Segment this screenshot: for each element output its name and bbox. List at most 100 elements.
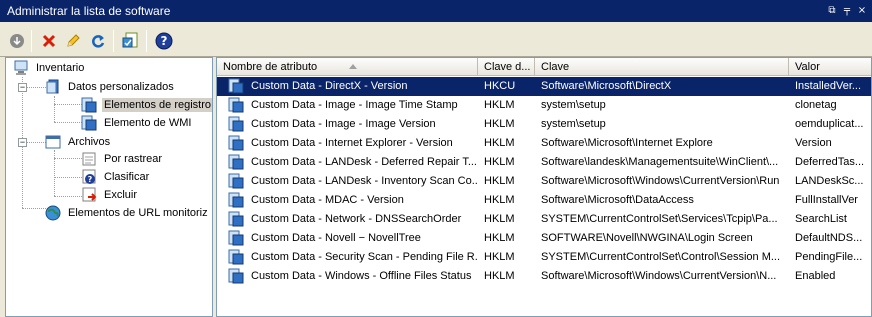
svg-text:?: ? bbox=[161, 34, 168, 48]
registry-item-icon bbox=[227, 268, 245, 285]
column-header-nombre[interactable]: Nombre de atributo bbox=[217, 58, 478, 76]
cell-text: Custom Data - Windows - Offline Files St… bbox=[251, 270, 472, 282]
registry-item-icon bbox=[227, 154, 245, 171]
value-cell: DefaultNDS... bbox=[795, 232, 863, 244]
cell-text: Custom Data - Internet Explorer - Versio… bbox=[251, 137, 453, 149]
key-path-cell: SYSTEM\CurrentControlSet\Services\Tcpip\… bbox=[541, 213, 778, 225]
tree-item-inventario[interactable]: Inventario bbox=[12, 59, 86, 77]
attribute-name-cell: Custom Data - MDAC - Version bbox=[217, 191, 478, 210]
help-icon: ? bbox=[155, 32, 173, 50]
import-button[interactable] bbox=[8, 32, 26, 50]
refresh-icon bbox=[92, 35, 105, 48]
key-path-cell: SYSTEM\CurrentControlSet\Control\Session… bbox=[541, 251, 781, 263]
tree-item-label: Datos personalizados bbox=[68, 81, 174, 93]
refresh-button[interactable] bbox=[89, 32, 107, 50]
help-button[interactable]: ? bbox=[155, 32, 173, 50]
tree-item-elementos-de-registro[interactable]: Elementos de registro bbox=[80, 96, 212, 114]
key-path-cell: Software\landesk\Managementsuite\WinClie… bbox=[541, 156, 779, 168]
globe-icon bbox=[44, 205, 62, 221]
cell-text: Custom Data - Network - DNSSearchOrder bbox=[251, 213, 462, 225]
data-icon bbox=[44, 79, 62, 95]
cell-text: Custom Data - MDAC - Version bbox=[251, 194, 404, 206]
registry-items-table[interactable]: Nombre de atributo Clave d... Clave Valo… bbox=[216, 57, 872, 317]
pin-window-icon[interactable]: ╤ bbox=[841, 4, 853, 17]
key-path-cell: Software\Microsoft\Windows\CurrentVersio… bbox=[541, 175, 780, 187]
value-cell: DeferredTas... bbox=[795, 156, 865, 168]
attribute-name-cell: Custom Data - DirectX - Version bbox=[217, 77, 478, 96]
key-path-cell: Software\Microsoft\Internet Explore bbox=[541, 137, 713, 149]
column-header-clave[interactable]: Clave bbox=[535, 58, 789, 76]
tree-item-clasificar[interactable]: ? Clasificar bbox=[80, 168, 151, 186]
column-label: Clave d... bbox=[484, 61, 531, 73]
files-icon bbox=[44, 134, 62, 150]
wmi-icon bbox=[80, 115, 98, 131]
tree-item-elementos-de-url[interactable]: Elementos de URL monitoriz bbox=[44, 204, 210, 222]
value-cell: oemduplicat... bbox=[795, 118, 864, 130]
table-row[interactable]: Custom Data - LANDesk - Deferred Repair … bbox=[217, 153, 871, 172]
tree-item-archivos[interactable]: Archivos bbox=[44, 133, 112, 151]
exclude-icon bbox=[80, 187, 98, 203]
column-label: Valor bbox=[795, 61, 820, 73]
table-row[interactable]: Custom Data - LANDesk - Inventory Scan C… bbox=[217, 172, 871, 191]
window-title: Administrar la lista de software bbox=[7, 4, 171, 18]
table-row[interactable]: Custom Data - Network - DNSSearchOrder HK… bbox=[217, 210, 871, 229]
sort-ascending-icon bbox=[349, 64, 357, 69]
edit-button[interactable] bbox=[64, 32, 82, 50]
restore-window-icon[interactable]: ⧉ bbox=[826, 4, 838, 17]
table-body: Custom Data - DirectX - Version HKCU Softw… bbox=[217, 77, 871, 286]
key-root-cell: HKLM bbox=[484, 270, 515, 282]
registry-item-icon bbox=[227, 97, 245, 114]
key-root-cell: HKLM bbox=[484, 156, 515, 168]
edit-icon bbox=[67, 34, 80, 47]
table-row[interactable]: Custom Data - Image - Image Time Stamp HK… bbox=[217, 96, 871, 115]
registry-item-icon bbox=[227, 211, 245, 228]
key-root-cell: HKLM bbox=[484, 232, 515, 244]
tree-item-label: Elementos de URL monitoriz bbox=[68, 207, 208, 219]
tree-item-por-rastrear[interactable]: Por rastrear bbox=[80, 150, 164, 168]
value-cell: clonetag bbox=[795, 99, 837, 111]
value-cell: FullInstallVer bbox=[795, 194, 858, 206]
close-window-icon[interactable]: × bbox=[856, 4, 868, 17]
value-cell: Version bbox=[795, 137, 832, 149]
tree-item-label: Excluir bbox=[104, 189, 138, 201]
value-cell: SearchList bbox=[795, 213, 847, 225]
navigation-tree[interactable]: Inventario − Datos personalizados Elemen… bbox=[5, 57, 213, 317]
key-path-cell: Software\Microsoft\DataAccess bbox=[541, 194, 694, 206]
column-header-valor[interactable]: Valor bbox=[789, 58, 871, 76]
value-cell: LANDeskSc... bbox=[795, 175, 864, 187]
collapse-datos-icon[interactable]: − bbox=[18, 83, 27, 92]
tree-item-label: Archivos bbox=[68, 136, 111, 148]
table-row[interactable]: Custom Data - Security Scan - Pending Fi… bbox=[217, 248, 871, 267]
track-icon bbox=[80, 151, 98, 167]
key-path-cell: Software\Microsoft\DirectX bbox=[541, 80, 672, 92]
tree-item-elemento-de-wmi[interactable]: Elemento de WMI bbox=[80, 114, 193, 132]
column-header-clave-d[interactable]: Clave d... bbox=[478, 58, 535, 76]
key-root-cell: HKLM bbox=[484, 213, 515, 225]
value-cell: PendingFile... bbox=[795, 251, 863, 263]
computer-icon bbox=[12, 60, 30, 76]
key-path-cell: Software\Microsoft\Windows\CurrentVersio… bbox=[541, 270, 777, 282]
table-row[interactable]: Custom Data - MDAC - Version HKLM Software… bbox=[217, 191, 871, 210]
delete-button[interactable] bbox=[40, 32, 58, 50]
tree-item-label: Por rastrear bbox=[104, 153, 163, 165]
software-list-button[interactable] bbox=[121, 32, 139, 50]
registry-item-icon bbox=[227, 173, 245, 190]
cell-text: Custom Data - Image - Image Version bbox=[251, 118, 436, 130]
value-cell: Enabled bbox=[795, 270, 836, 282]
svg-text:?: ? bbox=[88, 175, 93, 184]
table-header: Nombre de atributo Clave d... Clave Valo… bbox=[217, 58, 871, 76]
key-root-cell: HKLM bbox=[484, 194, 515, 206]
table-row[interactable]: Custom Data - Image - Image Version HKLM s… bbox=[217, 115, 871, 134]
table-row[interactable]: Custom Data - DirectX - Version HKCU Softw… bbox=[217, 77, 871, 96]
tree-item-excluir[interactable]: Excluir bbox=[80, 186, 139, 204]
tree-item-datos-personalizados[interactable]: Datos personalizados bbox=[44, 78, 176, 96]
classify-icon: ? bbox=[80, 169, 98, 185]
key-path-cell: system\setup bbox=[541, 99, 606, 111]
table-row[interactable]: Custom Data - Internet Explorer - Versio… bbox=[217, 134, 871, 153]
collapse-archivos-icon[interactable]: − bbox=[18, 138, 27, 147]
attribute-name-cell: Custom Data - Image - Image Version bbox=[217, 115, 478, 134]
table-row[interactable]: Custom Data - Windows - Offline Files St… bbox=[217, 267, 871, 286]
table-row[interactable]: Custom Data - Novell − NovellTree HKLM SOF… bbox=[217, 229, 871, 248]
toolbar: ? bbox=[0, 22, 872, 57]
cell-text: Custom Data - Image - Image Time Stamp bbox=[251, 99, 458, 111]
